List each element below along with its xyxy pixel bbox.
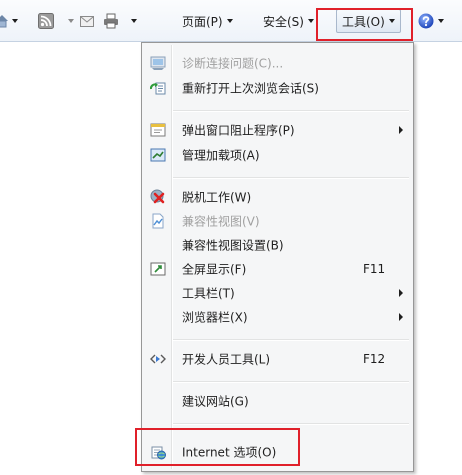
menu-item-work-offline[interactable]: 脱机工作(W): [144, 186, 411, 208]
menu-item-label: 脱机工作(W): [182, 190, 252, 205]
safety-menu-button[interactable]: 安全(S): [263, 9, 314, 33]
reopen-session-icon: [150, 82, 166, 95]
menu-item-manage-addons[interactable]: 管理加载项(A): [144, 144, 411, 166]
manage-addons-icon: [150, 148, 166, 162]
chevron-down-icon: [12, 19, 18, 23]
menu-item-label: 开发人员工具(L): [182, 352, 271, 367]
menu-item-toolbars[interactable]: 工具栏(T): [144, 282, 411, 304]
menu-item-label: 全屏显示(F): [182, 262, 247, 277]
print-dropdown[interactable]: [127, 9, 137, 33]
menu-item-label: 浏览器栏(X): [182, 310, 248, 325]
menu-item-label: 管理加载项(A): [182, 148, 260, 163]
menu-item-label: 重新打开上次浏览会话(S): [182, 81, 319, 96]
menu-item-label: 弹出窗口阻止程序(P): [182, 123, 295, 138]
help-menu-button[interactable]: [418, 9, 444, 33]
tools-menu-label: 工具(O): [342, 14, 385, 29]
chevron-down-icon: [226, 19, 233, 23]
popup-blocker-icon: [150, 123, 166, 137]
feeds-button[interactable]: [38, 9, 54, 33]
menu-item-label: 兼容性视图(V): [182, 214, 260, 229]
tools-dropdown-menu: 诊断连接问题(C)... 重新打开上次浏览会话(S) 弹出窗口阻止程序(P) 管…: [141, 42, 414, 472]
shortcut-key: F11: [363, 262, 386, 276]
home-icon: [0, 15, 8, 28]
fullscreen-icon: [150, 262, 166, 276]
menu-separator: [173, 339, 409, 340]
compatibility-view-icon: [152, 213, 164, 229]
menu-item-popup-blocker[interactable]: 弹出窗口阻止程序(P): [144, 119, 411, 141]
home-button[interactable]: [0, 9, 18, 33]
menu-item-label: 工具栏(T): [182, 286, 235, 301]
mail-icon: [80, 15, 94, 27]
safety-menu-label: 安全(S): [263, 14, 304, 29]
chevron-down-icon: [388, 19, 395, 23]
menu-item-compatibility-view-settings[interactable]: 兼容性视图设置(B): [144, 234, 411, 256]
submenu-arrow-icon: [399, 313, 403, 321]
menu-item-label: 诊断连接问题(C)...: [182, 56, 284, 71]
developer-tools-icon: [150, 354, 166, 364]
work-offline-icon: [150, 189, 165, 204]
feeds-icon: [38, 13, 54, 29]
chevron-down-icon: [438, 19, 444, 23]
submenu-arrow-icon: [399, 126, 403, 134]
chevron-down-icon: [307, 19, 314, 23]
feeds-dropdown[interactable]: [64, 9, 74, 33]
menu-item-compatibility-view: 兼容性视图(V): [144, 210, 411, 232]
menu-item-explorer-bars[interactable]: 浏览器栏(X): [144, 306, 411, 328]
menu-item-diagnose-connection: 诊断连接问题(C)...: [144, 52, 411, 74]
read-mail-button[interactable]: [80, 9, 94, 33]
menu-separator: [173, 381, 409, 382]
chevron-down-icon: [131, 19, 137, 23]
menu-separator: [173, 110, 409, 111]
help-icon: [418, 13, 434, 29]
menu-item-label: 兼容性视图设置(B): [182, 238, 284, 253]
shortcut-key: F12: [363, 352, 386, 366]
menu-item-suggested-sites[interactable]: 建议网站(G): [144, 390, 411, 412]
menu-separator: [173, 177, 409, 178]
menu-item-fullscreen[interactable]: 全屏显示(F) F11: [144, 258, 411, 280]
ie-command-bar: 页面(P) 安全(S) 工具(O): [0, 0, 462, 42]
menu-separator: [173, 423, 409, 424]
menu-item-reopen-session[interactable]: 重新打开上次浏览会话(S): [144, 77, 411, 99]
page-menu-button[interactable]: 页面(P): [182, 9, 233, 33]
menu-item-developer-tools[interactable]: 开发人员工具(L) F12: [144, 348, 411, 370]
page-menu-label: 页面(P): [182, 14, 223, 29]
submenu-arrow-icon: [399, 289, 403, 297]
menu-item-label: Internet 选项(O): [182, 445, 277, 460]
diagnose-connection-icon: [150, 56, 166, 70]
internet-options-icon: [151, 446, 166, 460]
menu-item-label: 建议网站(G): [182, 394, 249, 409]
tools-menu-button[interactable]: 工具(O): [336, 9, 401, 33]
menu-item-internet-options[interactable]: Internet 选项(O): [144, 441, 411, 463]
chevron-down-icon: [68, 19, 74, 23]
printer-icon: [104, 13, 118, 29]
print-button[interactable]: [103, 9, 119, 33]
